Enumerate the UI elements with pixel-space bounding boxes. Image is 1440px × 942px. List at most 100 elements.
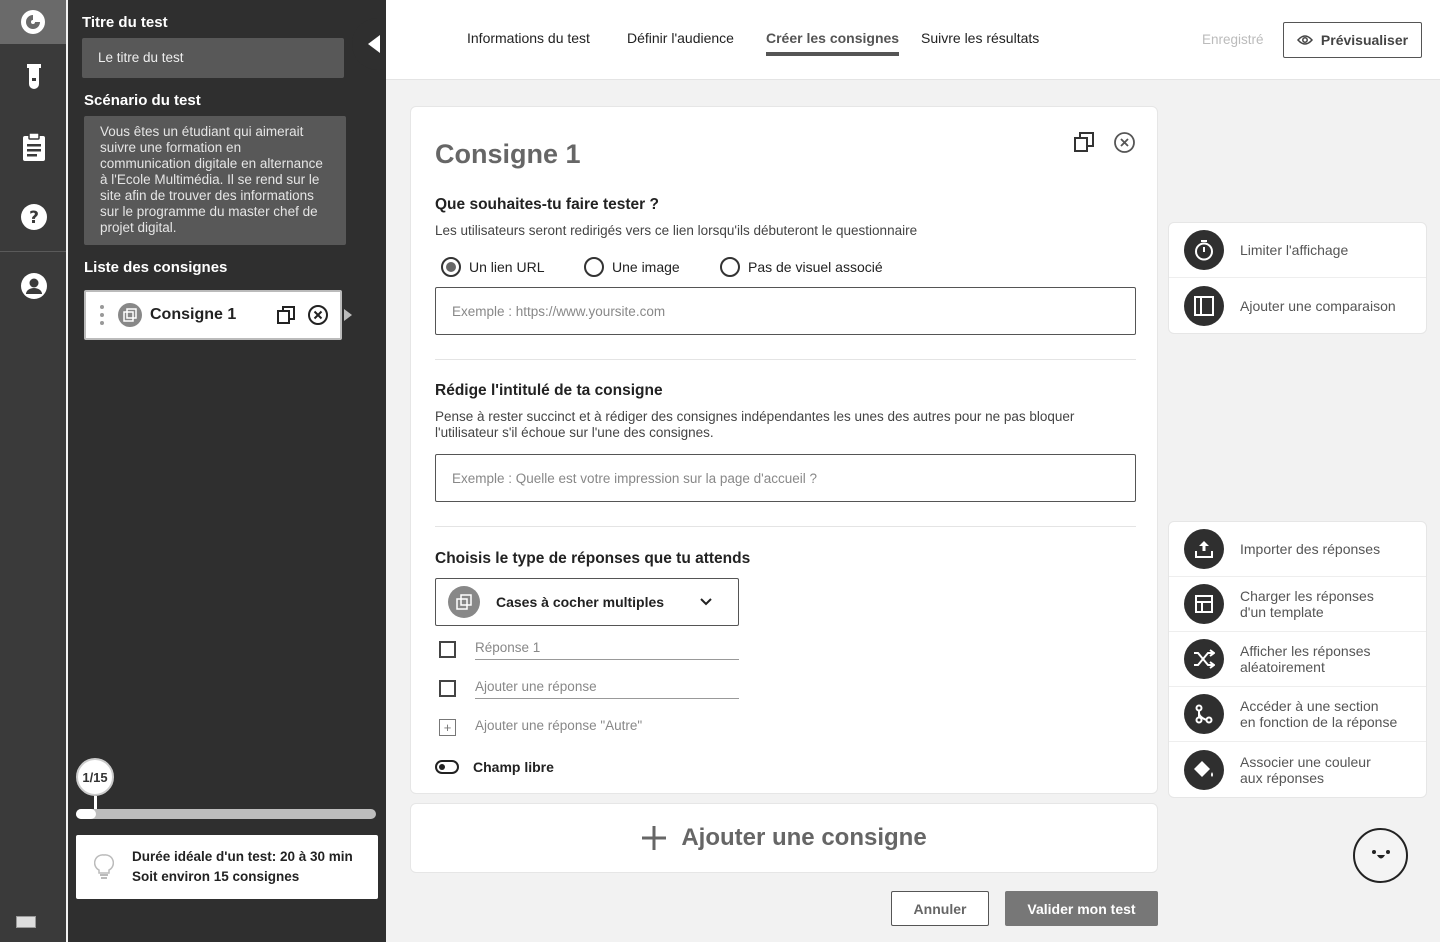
preview-button[interactable]: Prévisualiser [1283,22,1422,58]
radio-image[interactable]: Une image [584,257,680,277]
chevron-left-icon [368,35,380,53]
answer-row: Ajouter une réponse [439,679,739,699]
option-branching[interactable]: Accéder à une section en fonction de la … [1169,687,1426,742]
tip-line-2: Soit environ 15 consignes [132,869,300,884]
consigne-title-input[interactable]: Exemple : Quelle est votre impression su… [435,454,1136,502]
scenario-textarea[interactable]: Vous êtes un étudiant qui aimerait suivr… [84,116,346,245]
option-limit-display[interactable]: Limiter l'affichage [1169,223,1426,278]
add-other-label: Ajouter une réponse "Autre" [475,718,643,733]
add-consigne-label: Ajouter une consigne [681,824,927,851]
chat-assistant-button[interactable] [1353,828,1408,883]
answer-type-select[interactable]: Cases à cocher multiples [435,578,739,626]
app-logo[interactable] [0,0,66,44]
test-title-heading: Titre du test [82,14,168,31]
section-divider [435,526,1136,527]
duration-tip: Durée idéale d'un test: 20 à 30 min Soit… [76,835,378,899]
question-test-target: Que souhaites-tu faire tester ? [435,196,659,213]
answer-input[interactable]: Réponse 1 [475,640,739,660]
question-answer-type: Choisis le type de réponses que tu atten… [435,550,751,567]
option-shuffle-answers[interactable]: Afficher les réponses aléatoirement [1169,632,1426,687]
radio-no-visual[interactable]: Pas de visuel associé [720,257,883,277]
question-consigne-title: Rédige l'intitulé de ta consigne [435,382,663,399]
help-icon[interactable]: ? [20,203,48,231]
option-add-comparison[interactable]: Ajouter une comparaison [1169,278,1426,333]
language-flag-icon[interactable] [16,916,36,928]
section-divider [435,359,1136,360]
option-color-answers[interactable]: Associer une couleur aux réponses [1169,742,1426,797]
tab-audience[interactable]: Définir l'audience [627,30,734,46]
validate-test-button[interactable]: Valider mon test [1005,891,1158,926]
question-test-target-help: Les utilisateurs seront redirigés vers c… [435,223,918,238]
option-label: Accéder à une section en fonction de la … [1240,698,1398,730]
consigne-title: Consigne 1 [435,139,581,169]
consigne-label: Consigne 1 [150,306,237,323]
radio-empty-icon [720,257,740,277]
display-options-panel: Limiter l'affichage Ajouter une comparai… [1168,222,1427,334]
test-sidebar: Titre du test Le titre du test Scénario … [68,0,386,942]
tab-informations[interactable]: Informations du test [467,30,590,46]
shuffle-icon [1184,639,1224,679]
flask-icon[interactable] [20,64,48,92]
progress-bar [76,809,376,819]
answer-type-value: Cases à cocher multiples [496,594,665,610]
save-status: Enregistré [1202,32,1264,47]
template-icon [1184,584,1224,624]
user-account-icon[interactable] [20,272,48,300]
split-view-icon [1184,285,1224,326]
logo-icon [21,10,45,34]
option-load-template[interactable]: Charger les réponses d'un template [1169,577,1426,632]
radio-selected-icon [441,257,461,277]
answer-row: Réponse 1 [439,640,739,660]
consigne-list-item[interactable]: Consigne 1 [84,290,342,340]
option-label: Charger les réponses d'un template [1240,588,1374,620]
timer-icon [1184,230,1224,270]
add-answer-input[interactable]: Ajouter une réponse [475,679,739,699]
drag-handle-icon[interactable] [100,305,104,325]
smiley-icon [1371,849,1390,858]
scenario-heading: Scénario du test [84,92,201,109]
consignes-list-heading: Liste des consignes [84,259,228,276]
rail-divider [0,251,66,252]
free-field-label: Champ libre [473,759,554,775]
cancel-button[interactable]: Annuler [891,891,989,926]
free-field-toggle[interactable]: Champ libre [435,759,554,775]
checkbox-icon [439,680,456,697]
option-import-answers[interactable]: Importer des réponses [1169,522,1426,577]
selected-indicator [344,309,352,321]
option-label: Afficher les réponses aléatoirement [1240,643,1371,675]
multi-checkbox-icon [118,303,142,327]
chevron-down-icon [700,598,712,606]
radio-url[interactable]: Un lien URL [441,257,544,277]
close-icon[interactable] [1113,131,1135,153]
url-input[interactable]: Exemple : https://www.yoursite.com [435,287,1136,335]
add-consigne-button[interactable]: Ajouter une consigne [410,803,1158,873]
top-navigation: Informations du test Définir l'audience … [386,0,1440,80]
paint-bucket-icon [1184,749,1224,790]
radio-url-label: Un lien URL [469,259,545,275]
tab-consignes[interactable]: Créer les consignes [766,30,900,56]
test-title-input[interactable]: Le titre du test [82,38,344,78]
tab-resultats[interactable]: Suivre les résultats [921,30,1039,46]
preview-label: Prévisualiser [1320,32,1409,48]
add-other-row[interactable]: + Ajouter une réponse "Autre" [439,718,642,736]
option-label: Associer une couleur aux réponses [1240,753,1371,786]
progress-fill [76,809,97,819]
radio-empty-icon [584,257,604,277]
answer-options-panel: Importer des réponses Charger les répons… [1168,521,1427,798]
icon-rail: ? [0,0,66,942]
duplicate-icon[interactable] [276,305,296,325]
branch-icon [1184,694,1224,734]
close-icon[interactable] [308,305,328,325]
tip-line-1: Durée idéale d'un test: 20 à 30 min [132,849,353,864]
consigne-form: Consigne 1 Que souhaites-tu faire tester… [410,106,1158,794]
svg-text:?: ? [29,208,39,228]
clipboard-icon[interactable] [20,133,48,161]
duplicate-icon[interactable] [1073,131,1095,153]
checkbox-icon [439,641,456,658]
option-label: Limiter l'affichage [1240,242,1349,258]
option-label: Importer des réponses [1240,541,1381,557]
plus-icon [642,826,667,850]
option-label: Ajouter une comparaison [1240,297,1396,314]
eye-icon [1296,35,1313,45]
progress-count: 1/15 [76,758,114,796]
